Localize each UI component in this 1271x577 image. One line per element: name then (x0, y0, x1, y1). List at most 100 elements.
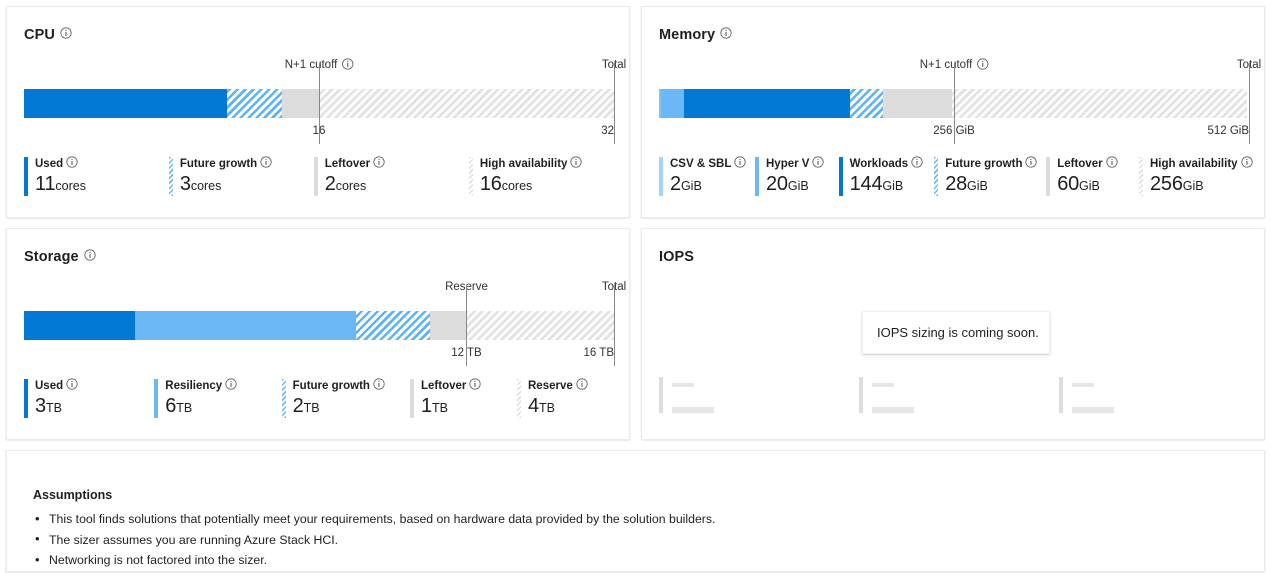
chart-marker-label-text: Total (601, 281, 627, 293)
bar-segment[interactable] (226, 89, 283, 118)
legend-item[interactable]: Hyper V 20GiB (755, 156, 839, 196)
cpu-bar (24, 63, 615, 144)
info-icon[interactable] (260, 156, 272, 168)
legend-value-unit: cores (501, 179, 533, 193)
info-icon[interactable] (976, 57, 988, 70)
legend-item-placeholder (659, 377, 859, 413)
legend-label: Hyper V (766, 156, 825, 171)
card-title-text: IOPS (659, 249, 695, 265)
legend-item[interactable]: Leftover 2cores (313, 156, 469, 196)
legend-label-text: Leftover (1057, 158, 1103, 170)
cpu-card-title: CPU (24, 27, 72, 43)
legend-item-placeholder (1059, 377, 1259, 413)
bar-segment[interactable] (684, 89, 851, 118)
legend-text-placeholder (872, 377, 914, 413)
info-icon[interactable] (1105, 156, 1118, 168)
legend-value-number: 2 (670, 173, 681, 195)
legend-value-unit: GiB (882, 179, 904, 193)
bar-segment[interactable] (951, 89, 1247, 118)
legend-item[interactable]: CSV & SBL 2GiB (659, 156, 755, 196)
legend-label: High availability (1150, 156, 1253, 171)
info-icon[interactable] (84, 249, 96, 261)
legend-value: 20GiB (766, 174, 824, 196)
bar-segment[interactable] (466, 311, 614, 340)
iops-card-title: IOPS (659, 249, 694, 265)
legend-label-text: Used (35, 380, 64, 392)
info-icon[interactable] (66, 378, 78, 390)
info-icon[interactable] (911, 156, 923, 168)
legend-label-text: Leftover (324, 158, 371, 170)
legend-item[interactable]: Leftover 1TB (410, 378, 517, 418)
legend-text: Used 3TB (35, 378, 78, 418)
chart-marker-label-text: Total (601, 59, 627, 71)
bar-segment[interactable] (355, 311, 430, 340)
info-icon[interactable] (373, 378, 385, 390)
legend-swatch (517, 379, 521, 418)
legend-value-unit: GiB (967, 179, 988, 193)
info-icon[interactable] (1025, 156, 1038, 168)
legend-item[interactable]: Used 3TB (24, 378, 154, 418)
legend-swatch (468, 157, 473, 196)
legend-value-number: 60 (1057, 173, 1080, 195)
legend-label: Resiliency (165, 378, 237, 393)
legend-value-unit: GiB (1079, 179, 1100, 193)
legend-label: Future growth (945, 156, 1038, 171)
bar-segment[interactable] (282, 89, 319, 118)
axis-tick-label: 256 GiB (933, 125, 975, 137)
legend-item[interactable]: Used 11cores (24, 156, 169, 196)
legend-item[interactable]: Future growth 28GiB (934, 156, 1046, 196)
legend-text: Future growth 2TB (293, 378, 385, 418)
legend-item[interactable]: High availability 16cores (468, 156, 624, 196)
legend-item[interactable]: Workloads 144GiB (838, 156, 935, 196)
legend-value-number: 28 (945, 173, 968, 195)
legend-item[interactable]: Future growth 2TB (281, 378, 410, 418)
placeholder-line-small (672, 383, 694, 387)
legend-value-number: 16 (479, 173, 502, 195)
legend-text: Leftover 2cores (324, 156, 385, 196)
legend-value: 11cores (35, 174, 86, 196)
legend-swatch (659, 157, 663, 196)
legend-item[interactable]: Resiliency 6TB (154, 378, 281, 418)
bar-segment[interactable] (882, 89, 952, 118)
info-icon[interactable] (734, 156, 746, 168)
placeholder-line-large (1072, 407, 1114, 413)
info-icon[interactable] (1240, 156, 1253, 168)
info-icon[interactable] (469, 378, 481, 390)
info-icon[interactable] (341, 57, 353, 70)
info-icon[interactable] (576, 378, 588, 390)
legend-item[interactable]: Future growth 3cores (168, 156, 314, 196)
assumption-item: This tool finds solutions that potential… (35, 509, 715, 530)
info-icon[interactable] (373, 156, 385, 168)
bar-segment[interactable] (24, 311, 135, 340)
legend-text: Reserve 4TB (528, 378, 588, 418)
info-icon[interactable] (812, 156, 825, 168)
info-icon[interactable] (66, 156, 78, 168)
placeholder-line-small (1072, 383, 1094, 387)
legend-value: 60GiB (1057, 174, 1117, 196)
legend-text-placeholder (672, 377, 714, 413)
legend-swatch-placeholder (859, 377, 863, 413)
chart-marker-label-text: Total (1236, 59, 1262, 71)
bar-segment[interactable] (319, 89, 614, 118)
info-icon[interactable] (60, 27, 72, 39)
bar-segment[interactable] (850, 89, 883, 118)
legend-label: Future growth (180, 156, 272, 171)
legend-item[interactable]: Reserve 4TB (517, 378, 624, 418)
memory-bar (659, 63, 1250, 144)
legend-value-number: 20 (766, 173, 788, 195)
legend-item[interactable]: Leftover 60GiB (1046, 156, 1139, 196)
bar-segment[interactable] (661, 89, 685, 118)
memory-axis: 256 GiB 512 GiB (659, 122, 1249, 140)
legend-swatch-placeholder (659, 377, 663, 413)
bar-segment[interactable] (24, 89, 227, 118)
bar-segment[interactable] (429, 311, 467, 340)
info-icon[interactable] (720, 27, 732, 39)
legend-value-number: 256 (1150, 173, 1183, 195)
info-icon[interactable] (570, 156, 583, 168)
legend-label-text: Leftover (421, 380, 467, 392)
legend-value: 2TB (293, 396, 385, 418)
legend-item[interactable]: High availability 256GiB (1139, 156, 1259, 196)
legend-label: High availability (480, 156, 583, 171)
bar-segment[interactable] (134, 311, 356, 340)
info-icon[interactable] (225, 378, 237, 390)
